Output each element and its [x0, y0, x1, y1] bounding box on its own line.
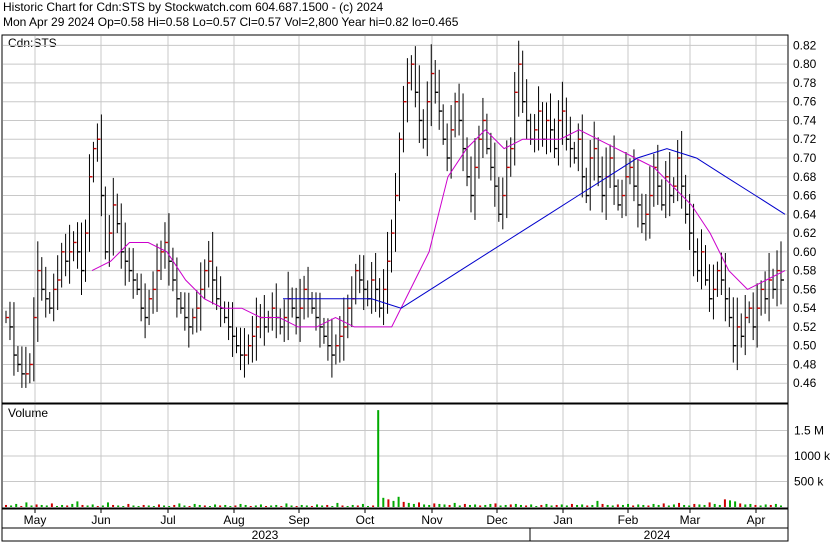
x-month-label: Feb — [618, 513, 639, 527]
x-year-label: 2023 — [252, 528, 279, 542]
price-tick-label: 0.78 — [793, 76, 817, 90]
price-tick-label: 0.66 — [793, 189, 817, 203]
price-y-axis: 0.82 0.80 0.78 0.76 0.74 0.72 0.70 0.68 0.66 0.64… — [793, 38, 817, 390]
price-tick-label: 0.72 — [793, 132, 817, 146]
price-tick-label: 0.64 — [793, 207, 817, 221]
chart-header-line1: Historic Chart for Cdn:STS by Stockwatch… — [3, 0, 383, 14]
price-tick-label: 0.58 — [793, 264, 817, 278]
chart-header-line2: Mon Apr 29 2024 Op=0.58 Hi=0.58 Lo=0.57 … — [3, 15, 459, 29]
price-panel-symbol: Cdn:STS — [8, 36, 57, 50]
stock-chart: Historic Chart for Cdn:STS by Stockwatch… — [1, 0, 830, 542]
price-tick-label: 0.50 — [793, 339, 817, 353]
x-month-label: Dec — [486, 513, 507, 527]
price-tick-label: 0.68 — [793, 170, 817, 184]
x-month-label: Jan — [553, 513, 572, 527]
price-tick-label: 0.60 — [793, 245, 817, 259]
price-tick-label: 0.80 — [793, 57, 817, 71]
volume-grid — [3, 405, 787, 507]
volume-bars — [5, 410, 782, 507]
volume-tick-label: 1.5 M — [794, 424, 824, 438]
price-tick-label: 0.46 — [793, 376, 817, 390]
volume-panel-label: Volume — [8, 406, 48, 420]
x-month-label: Mar — [680, 513, 701, 527]
x-month-label: Jul — [160, 513, 175, 527]
volume-tick-label: 500 k — [794, 475, 824, 489]
x-month-label: Nov — [421, 513, 442, 527]
x-axis-months: May Jun Jul Aug Sep Oct Nov Dec Jan Feb Mar Apr — [24, 509, 766, 527]
price-tick-label: 0.48 — [793, 357, 817, 371]
price-tick-label: 0.54 — [793, 301, 817, 315]
price-tick-label: 0.82 — [793, 38, 817, 52]
price-tick-label: 0.62 — [793, 226, 817, 240]
price-tick-label: 0.56 — [793, 282, 817, 296]
chart-stage: Historic Chart for Cdn:STS by Stockwatch… — [0, 0, 830, 543]
x-year-label: 2024 — [644, 528, 671, 542]
ma-short-line — [91, 129, 786, 328]
volume-y-axis: 1.5 M 1000 k 500 k — [794, 424, 830, 489]
x-month-label: Oct — [356, 513, 375, 527]
price-tick-label: 0.74 — [793, 113, 817, 127]
x-axis-years: 2023 2024 — [252, 528, 671, 542]
x-month-label: Jun — [91, 513, 110, 527]
price-tick-label: 0.70 — [793, 151, 817, 165]
volume-tick-label: 1000 k — [794, 449, 830, 463]
x-month-label: Sep — [288, 513, 310, 527]
x-month-label: May — [24, 513, 47, 527]
x-month-label: Aug — [223, 513, 244, 527]
price-tick-label: 0.76 — [793, 95, 817, 109]
x-month-label: Apr — [747, 513, 766, 527]
price-tick-label: 0.52 — [793, 320, 817, 334]
moving-average-lines — [91, 129, 786, 328]
